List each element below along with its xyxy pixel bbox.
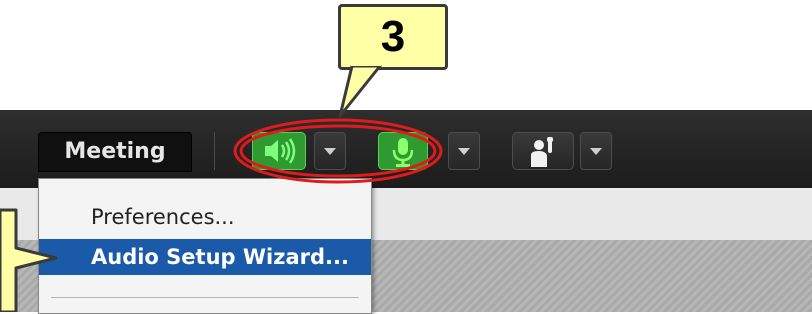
pod-header-glyph: ₒ: [0, 202, 8, 223]
menu-item-label: Audio Setup Wizard...: [91, 245, 349, 269]
toolbar-separator: [214, 132, 215, 170]
speaker-button[interactable]: [252, 132, 306, 170]
microphone-button[interactable]: [378, 132, 428, 170]
raise-hand-icon: [531, 137, 553, 167]
raise-hand-dropdown-button[interactable]: [580, 132, 612, 170]
step-callout: 3: [338, 4, 448, 70]
toolbar: Meeting: [0, 110, 812, 188]
menu-divider: [51, 297, 359, 298]
menu-item-preferences[interactable]: Preferences...: [39, 199, 371, 235]
menu-item-audio-setup-wizard[interactable]: Audio Setup Wizard...: [39, 239, 371, 275]
speaker-dropdown-button[interactable]: [314, 132, 346, 170]
step-number: 3: [380, 12, 406, 61]
speaker-icon: [265, 138, 296, 164]
callout-pointer: [338, 64, 382, 118]
microphone-icon: [392, 138, 414, 167]
microphone-dropdown-button[interactable]: [448, 132, 480, 170]
meeting-dropdown-menu: Preferences... Audio Setup Wizard...: [38, 178, 372, 314]
menu-item-label: Preferences...: [91, 205, 235, 229]
raise-hand-button[interactable]: [512, 132, 574, 170]
meeting-menu-button[interactable]: Meeting: [38, 132, 192, 172]
meeting-menu-label: Meeting: [64, 139, 166, 164]
